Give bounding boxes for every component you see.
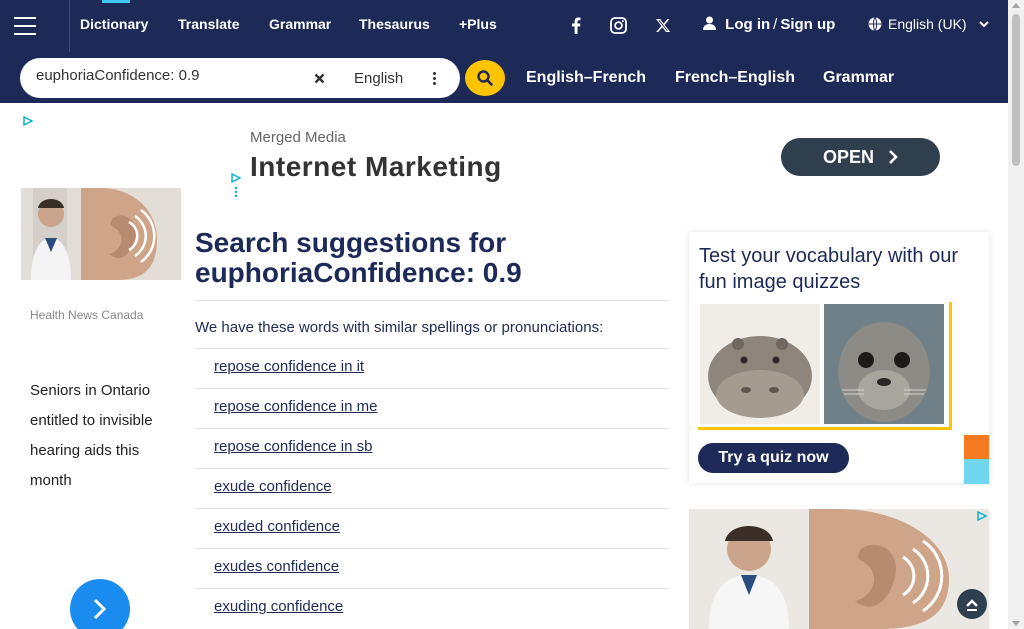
chevron-down-icon [978, 20, 989, 27]
page-title-query: euphoriaConfidence: 0.9 [195, 257, 522, 288]
instagram-icon [609, 16, 627, 34]
left-advertisement[interactable]: Health News Canada Seniors in Ontario en… [19, 112, 181, 629]
banner-advertiser: Merged Media [250, 129, 346, 146]
try-quiz-button[interactable]: Try a quiz now [698, 443, 849, 473]
side-widget-orange[interactable] [964, 435, 989, 459]
nav-grammar[interactable]: Grammar [269, 16, 331, 32]
facebook-link[interactable] [559, 14, 593, 36]
list-item: exude confidence [195, 468, 669, 508]
suggestion-link[interactable]: exuding confidence [214, 598, 343, 615]
suggestion-link[interactable]: exuded confidence [214, 518, 340, 535]
divider [195, 300, 669, 301]
suggestion-link[interactable]: repose confidence in sb [214, 438, 372, 455]
instagram-link[interactable] [601, 14, 635, 36]
page-scrollbar[interactable] [1008, 0, 1024, 629]
search-bar: English English–French French–English Gr… [0, 52, 1008, 103]
suggestions-intro: We have these words with similar spellin… [195, 319, 604, 336]
chevron-right-icon [889, 150, 898, 164]
quiz-images-link[interactable] [698, 302, 952, 430]
search-icon [477, 70, 493, 86]
nav-dictionary[interactable]: Dictionary [80, 0, 148, 32]
quiz-panel: Test your vocabulary with our fun image … [689, 232, 989, 483]
page-title-prefix: Search suggestions for [195, 227, 507, 258]
banner-title: Internet Marketing [250, 151, 502, 182]
ad-image [21, 188, 181, 280]
list-item: exudes confidence [195, 548, 669, 588]
main-content: Search suggestions for euphoriaConfidenc… [195, 228, 669, 628]
ad-image [689, 509, 989, 629]
globe-icon [868, 17, 882, 31]
close-icon [314, 73, 324, 83]
facebook-icon [572, 17, 581, 34]
suggestion-link[interactable]: exude confidence [214, 478, 332, 495]
suggestion-list: repose confidence in it repose confidenc… [195, 348, 669, 628]
chevron-right-icon [93, 598, 107, 620]
list-item: repose confidence in me [195, 388, 669, 428]
more-vertical-icon [433, 71, 436, 85]
language-selector[interactable]: English (UK) [868, 16, 989, 32]
hippo-image [700, 304, 820, 424]
list-item: repose confidence in it [195, 348, 669, 388]
ad-choices-icon[interactable] [977, 511, 987, 521]
seal-image [824, 304, 944, 424]
search-input[interactable] [36, 67, 316, 84]
top-navigation-bar: Dictionary Translate Grammar Thesaurus +… [0, 0, 1008, 52]
suggestion-link[interactable]: repose confidence in it [214, 358, 364, 375]
right-advertisement[interactable] [689, 509, 989, 629]
nav-thesaurus[interactable]: Thesaurus [359, 16, 430, 32]
x-icon [656, 18, 671, 32]
list-item: exuded confidence [195, 508, 669, 548]
dictionary-label: English [354, 69, 404, 87]
back-to-top-button[interactable] [957, 589, 987, 619]
signup-link[interactable]: Sign up [780, 16, 835, 33]
scroll-down-arrow[interactable] [1012, 621, 1020, 626]
side-widget-cyan[interactable] [964, 459, 989, 484]
language-label: English (UK) [888, 16, 967, 32]
x-link[interactable] [646, 14, 680, 36]
ad-choices-icon[interactable] [231, 173, 241, 197]
list-item: repose confidence in sb [195, 428, 669, 468]
menu-icon [14, 14, 36, 38]
quicklink-french-english[interactable]: French–English [675, 69, 795, 87]
ad-choices-icon[interactable] [23, 116, 33, 126]
suggestion-link[interactable]: exudes confidence [214, 558, 339, 575]
nav-plus[interactable]: +Plus [459, 16, 497, 32]
quicklink-english-french[interactable]: English–French [526, 69, 646, 87]
menu-button[interactable] [0, 0, 50, 52]
scroll-up-arrow[interactable] [1012, 3, 1020, 8]
ad-next-button[interactable] [70, 579, 130, 629]
arrow-up-icon [966, 599, 978, 611]
scroll-thumb[interactable] [1012, 14, 1020, 166]
divider [69, 0, 70, 52]
login-link[interactable]: Log in [725, 16, 770, 33]
banner-open-label: OPEN [822, 146, 874, 167]
user-icon [703, 16, 716, 30]
nav-translate[interactable]: Translate [178, 16, 239, 32]
auth-links: Log in / Sign up [703, 16, 835, 33]
ad-headline[interactable]: Seniors in Ontario entitled to invisible… [30, 376, 175, 496]
list-item: exuding confidence [195, 588, 669, 628]
search-button[interactable] [465, 60, 505, 96]
quiz-title: Test your vocabulary with our fun image … [699, 245, 959, 293]
banner-open-button[interactable]: OPEN [781, 138, 940, 176]
ad-source: Health News Canada [30, 308, 144, 322]
banner-advertisement[interactable]: Merged Media Internet Marketing OPEN [227, 111, 958, 203]
page-title: Search suggestions for euphoriaConfidenc… [195, 228, 669, 288]
dictionary-selector[interactable]: English [334, 64, 450, 92]
search-box: English [20, 58, 460, 98]
page: Dictionary Translate Grammar Thesaurus +… [0, 0, 1024, 629]
quicklink-grammar[interactable]: Grammar [823, 69, 894, 87]
suggestion-link[interactable]: repose confidence in me [214, 398, 377, 415]
clear-search-button[interactable] [306, 64, 332, 92]
